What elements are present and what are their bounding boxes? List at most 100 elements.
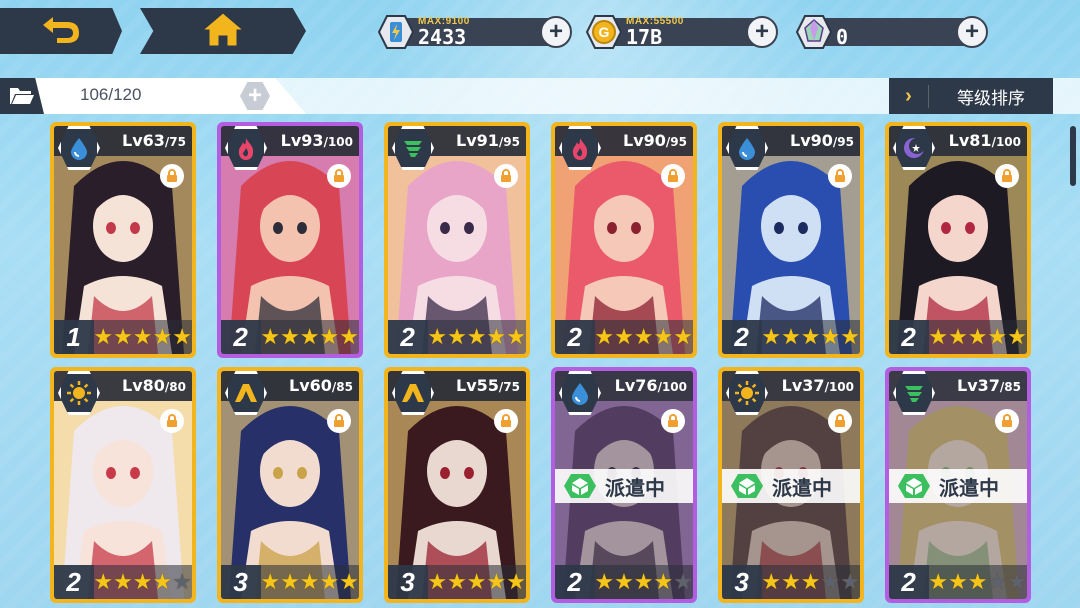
- card-footer: 2 ★ ★ ★ ★ ★: [889, 320, 1027, 354]
- lock-icon[interactable]: [160, 409, 184, 433]
- card-footer: 2 ★ ★ ★ ★ ★: [388, 320, 526, 354]
- star-icon: ★: [633, 569, 654, 594]
- empty-star-icon: ★: [987, 569, 1008, 594]
- empty-star-icon: ★: [820, 569, 841, 594]
- star-icon: ★: [614, 324, 634, 349]
- star-icon: ★: [260, 569, 281, 594]
- level-max: /100: [323, 135, 353, 149]
- star-icon: ★: [260, 324, 281, 349]
- star-icon: ★: [948, 324, 968, 349]
- star-icon: ★: [132, 569, 153, 594]
- star-icon: ★: [280, 569, 300, 594]
- star-icon: ★: [280, 324, 300, 349]
- level-value: 90: [810, 131, 833, 150]
- scrollbar[interactable]: [1070, 126, 1076, 186]
- star-rating: ★ ★ ★ ★ ★: [427, 326, 526, 348]
- star-icon: ★: [486, 569, 507, 594]
- svg-text:G: G: [599, 24, 610, 40]
- level-text: Lv76/100: [614, 376, 687, 395]
- lock-icon[interactable]: [995, 164, 1019, 188]
- level-max: /80: [164, 380, 186, 394]
- add-stamina-button[interactable]: +: [540, 16, 572, 48]
- gold-value: 17B: [626, 25, 663, 49]
- lock-icon[interactable]: [494, 409, 518, 433]
- star-icon: ★: [781, 569, 801, 594]
- lock-icon[interactable]: [327, 164, 351, 188]
- level-value: 91: [476, 131, 499, 150]
- star-icon: ★: [427, 324, 448, 349]
- character-card[interactable]: Lv91/95 2 ★ ★ ★ ★ ★: [384, 122, 530, 358]
- star-icon: ★: [506, 569, 526, 594]
- rank-number: 2: [567, 321, 582, 352]
- star-rating: ★ ★ ★ ★ ★: [93, 326, 192, 348]
- dispatch-badge: 派遣中: [555, 469, 693, 503]
- star-icon: ★: [673, 324, 693, 349]
- card-footer: 2 ★ ★ ★ ★ ★: [555, 320, 693, 354]
- stamina-value: 2433: [418, 25, 467, 49]
- character-card[interactable]: Lv63/75 1 ★ ★ ★ ★ ★: [50, 122, 196, 358]
- star-icon: ★: [987, 324, 1008, 349]
- dispatch-cube-icon: [555, 469, 605, 503]
- star-icon: ★: [653, 324, 674, 349]
- level-text: Lv80/80: [122, 376, 186, 395]
- star-icon: ★: [781, 324, 801, 349]
- star-icon: ★: [928, 569, 949, 594]
- star-icon: ★: [633, 324, 654, 349]
- lock-icon[interactable]: [661, 409, 685, 433]
- star-icon: ★: [427, 569, 448, 594]
- star-rating: ★ ★ ★ ★ ★: [761, 571, 860, 593]
- character-card[interactable]: Lv80/80 2 ★ ★ ★ ★ ★: [50, 367, 196, 603]
- dispatch-badge: 派遣中: [722, 469, 860, 503]
- star-icon: ★: [113, 324, 133, 349]
- star-icon: ★: [152, 324, 173, 349]
- sort-button[interactable]: › 等级排序: [889, 78, 1053, 114]
- lock-icon[interactable]: [160, 164, 184, 188]
- add-gem-button[interactable]: +: [956, 16, 988, 48]
- lock-icon[interactable]: [494, 164, 518, 188]
- gem-value: 0: [836, 25, 849, 49]
- character-card[interactable]: Lv60/85 3 ★ ★ ★ ★ ★: [217, 367, 363, 603]
- add-gold-button[interactable]: +: [746, 16, 778, 48]
- character-card[interactable]: Lv37/85 派遣中 2 ★ ★ ★ ★ ★: [885, 367, 1031, 603]
- star-icon: ★: [486, 324, 507, 349]
- character-card[interactable]: Lv55/75 3 ★ ★ ★ ★ ★: [384, 367, 530, 603]
- level-max: /95: [498, 135, 520, 149]
- character-card[interactable]: Lv93/100 2 ★ ★ ★ ★ ★: [217, 122, 363, 358]
- card-footer: 3 ★ ★ ★ ★ ★: [221, 565, 359, 599]
- dispatch-cube-icon: [722, 469, 772, 503]
- dispatch-label: 派遣中: [772, 477, 832, 500]
- lock-icon[interactable]: [327, 409, 351, 433]
- lock-icon[interactable]: [828, 164, 852, 188]
- gold-counter: G MAX:55500 17B +: [586, 14, 778, 50]
- dispatch-cube-icon: [889, 469, 939, 503]
- star-icon: ★: [594, 324, 615, 349]
- card-footer: 2 ★ ★ ★ ★ ★: [555, 565, 693, 599]
- character-card[interactable]: Lv90/95 2 ★ ★ ★ ★ ★: [718, 122, 864, 358]
- character-card[interactable]: Lv81/100 2 ★ ★ ★ ★ ★: [885, 122, 1031, 358]
- star-icon: ★: [653, 569, 674, 594]
- star-rating: ★ ★ ★ ★ ★: [761, 326, 860, 348]
- star-icon: ★: [172, 324, 192, 349]
- home-button[interactable]: [140, 8, 306, 54]
- star-icon: ★: [466, 569, 487, 594]
- character-grid: Lv63/75 1 ★ ★ ★ ★ ★ Lv93/100 2 ★ ★ ★ ★ ★ Lv91/95 2 ★ ★ ★ ★ ★…: [50, 122, 1031, 603]
- level-max: /75: [498, 380, 520, 394]
- inventory-count: 106/120: [80, 85, 142, 104]
- stamina-counter: MAX:9100 2433 +: [378, 14, 572, 50]
- lock-icon[interactable]: [995, 409, 1019, 433]
- character-card[interactable]: Lv76/100 派遣中 2 ★ ★ ★ ★ ★: [551, 367, 697, 603]
- character-card[interactable]: Lv37/100 派遣中 3 ★ ★ ★ ★ ★: [718, 367, 864, 603]
- lock-icon[interactable]: [828, 409, 852, 433]
- coin-icon: G: [586, 14, 622, 50]
- level-text: Lv60/85: [289, 376, 353, 395]
- level-text: Lv91/95: [456, 131, 520, 150]
- star-icon: ★: [447, 324, 467, 349]
- star-icon: ★: [820, 324, 841, 349]
- dispatch-badge: 派遣中: [889, 469, 1027, 503]
- character-card[interactable]: Lv90/95 2 ★ ★ ★ ★ ★: [551, 122, 697, 358]
- back-arrow-icon: [39, 13, 83, 50]
- level-text: Lv55/75: [456, 376, 520, 395]
- empty-star-icon: ★: [673, 569, 693, 594]
- lock-icon[interactable]: [661, 164, 685, 188]
- back-button[interactable]: [0, 8, 122, 54]
